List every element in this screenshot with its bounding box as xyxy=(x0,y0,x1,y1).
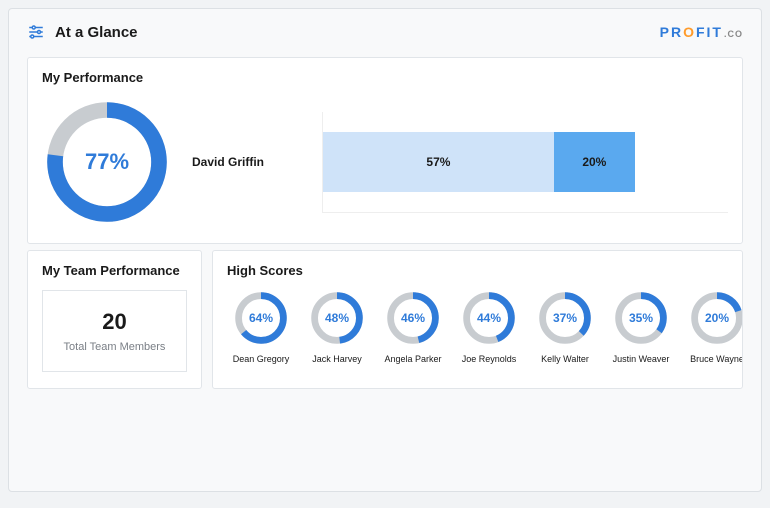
app-container: At a Glance PROFIT.CO My Performance 77%… xyxy=(8,8,762,492)
high-scores-row: 64% Dean Gregory 48% Jack Harvey 46% Angela P… xyxy=(227,290,740,364)
member-donut: 48% xyxy=(309,290,365,346)
page-title: At a Glance xyxy=(55,24,138,41)
member-name: Kelly Walter xyxy=(541,354,589,364)
overall-donut: 77% xyxy=(42,97,172,227)
member-pct-label: 35% xyxy=(613,290,669,346)
member-donut: 37% xyxy=(537,290,593,346)
high-scores-card: High Scores 64% Dean Gregory 48% Jack Harve… xyxy=(212,250,743,389)
member-donut: 35% xyxy=(613,290,669,346)
member-pct-label: 20% xyxy=(689,290,743,346)
member-item[interactable]: 48% Jack Harvey xyxy=(303,290,371,364)
performer-name: David Griffin xyxy=(192,155,302,169)
brand-logo: PROFIT.CO xyxy=(660,24,743,40)
team-performance-card: My Team Performance 20 Total Team Member… xyxy=(27,250,202,389)
member-donut: 64% xyxy=(233,290,289,346)
member-name: Jack Harvey xyxy=(312,354,362,364)
member-donut: 46% xyxy=(385,290,441,346)
brand-text-fit: FIT xyxy=(696,24,723,40)
stacked-bar-wrap: 57% 20% xyxy=(322,112,728,213)
member-name: Bruce Wayne xyxy=(690,354,743,364)
stacked-bar: 57% 20% xyxy=(323,132,728,192)
member-pct-label: 44% xyxy=(461,290,517,346)
overall-pct-label: 77% xyxy=(42,97,172,227)
member-item[interactable]: 35% Justin Weaver xyxy=(607,290,675,364)
high-scores-title: High Scores xyxy=(227,263,740,278)
header: At a Glance PROFIT.CO xyxy=(9,9,761,51)
stacked-segment-1-label: 57% xyxy=(426,155,450,169)
member-pct-label: 46% xyxy=(385,290,441,346)
sliders-icon xyxy=(27,23,45,41)
header-left: At a Glance xyxy=(27,23,138,41)
brand-text-p: PR xyxy=(660,24,683,40)
stacked-segment-1: 57% xyxy=(323,132,554,192)
lower-row: My Team Performance 20 Total Team Member… xyxy=(27,250,743,389)
my-performance-card: My Performance 77% David Griffin 57% 20% xyxy=(27,57,743,244)
team-count-label: Total Team Members xyxy=(51,341,178,353)
team-count-box: 20 Total Team Members xyxy=(42,290,187,372)
brand-text-o: O xyxy=(683,24,696,40)
member-name: Joe Reynolds xyxy=(462,354,517,364)
member-pct-label: 37% xyxy=(537,290,593,346)
member-item[interactable]: 37% Kelly Walter xyxy=(531,290,599,364)
team-count: 20 xyxy=(51,309,178,335)
brand-suffix: .CO xyxy=(724,29,743,39)
member-item[interactable]: 44% Joe Reynolds xyxy=(455,290,523,364)
member-name: Angela Parker xyxy=(384,354,441,364)
member-item[interactable]: 46% Angela Parker xyxy=(379,290,447,364)
member-name: Dean Gregory xyxy=(233,354,290,364)
member-item[interactable]: 20% Bruce Wayne xyxy=(683,290,743,364)
member-donut: 20% xyxy=(689,290,743,346)
member-name: Justin Weaver xyxy=(613,354,670,364)
stacked-segment-2-label: 20% xyxy=(582,155,606,169)
my-performance-body: 77% David Griffin 57% 20% xyxy=(42,97,728,227)
member-item[interactable]: 64% Dean Gregory xyxy=(227,290,295,364)
my-performance-title: My Performance xyxy=(42,70,728,85)
team-performance-title: My Team Performance xyxy=(42,263,187,278)
member-donut: 44% xyxy=(461,290,517,346)
stacked-segment-2: 20% xyxy=(554,132,635,192)
member-pct-label: 64% xyxy=(233,290,289,346)
member-pct-label: 48% xyxy=(309,290,365,346)
